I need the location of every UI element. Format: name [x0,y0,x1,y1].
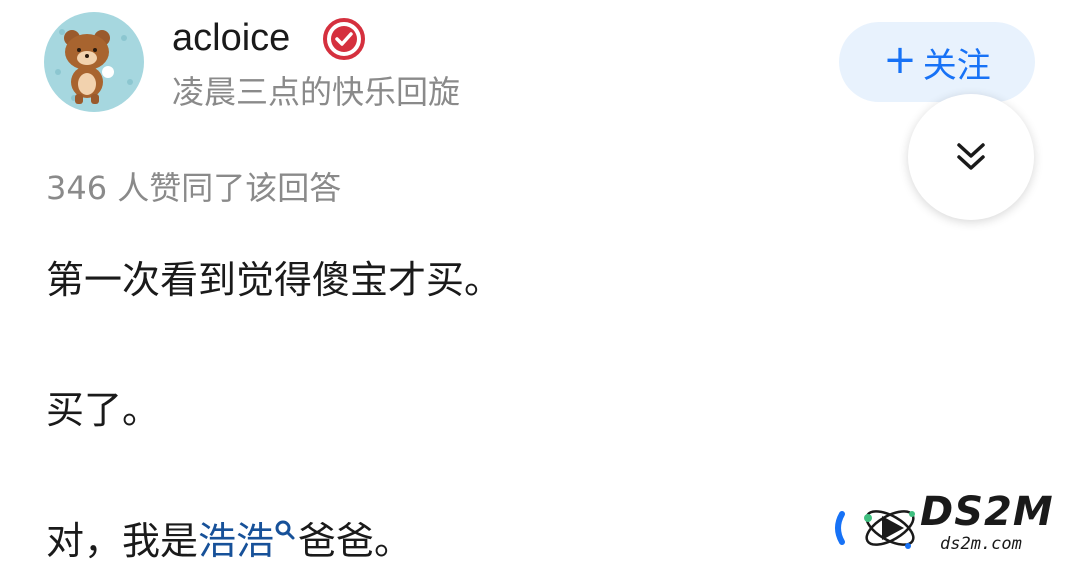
author-name[interactable]: acloice [172,14,290,62]
follow-button-label: 关注 [922,45,991,86]
collapse-button[interactable] [908,94,1034,220]
plus-icon: + [883,37,917,83]
watermark-brand: DS2M [920,489,1054,535]
search-link[interactable]: 浩浩 [198,519,298,563]
search-link-text: 浩浩 [198,519,275,563]
author-avatar[interactable] [44,12,144,112]
search-icon [275,520,295,540]
answer-paragraph: 第一次看到觉得傻宝才买。 [46,258,503,302]
paragraph-text: 对，我是 [46,519,199,563]
answer-paragraph: 对，我是浩浩 爸爸。 [46,515,412,567]
paragraph-text: 爸爸。 [298,519,413,563]
vote-count: 346 人赞同了该回答 [46,169,342,207]
answer-paragraph: 买了。 [46,388,161,432]
bear-avatar-icon [55,29,133,104]
verified-badge-icon [323,18,365,60]
follow-button[interactable]: + 关注 [839,22,1035,102]
watermark-domain: ds2m.com [940,534,1022,554]
author-bio: 凌晨三点的快乐回旋 [172,73,461,111]
double-chevron-down-icon [957,143,985,170]
